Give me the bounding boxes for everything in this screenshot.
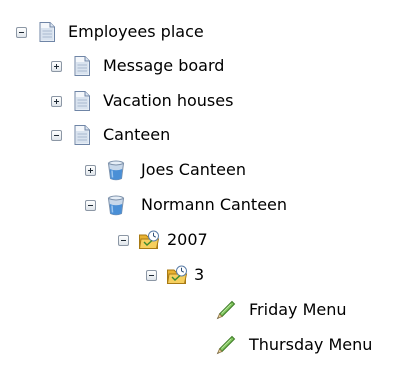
tree-node-joes-canteen[interactable]: Joes Canteen [85,155,246,185]
tree-node-label[interactable]: 3 [194,260,204,290]
collapse-toggle-icon[interactable] [16,26,27,38]
tree-node-label[interactable]: Normann Canteen [141,190,287,220]
tree-node-thursday-menu[interactable]: Thursday Menu [215,330,372,360]
tree-node-label[interactable]: Friday Menu [249,295,347,325]
tree-node-label[interactable]: Thursday Menu [249,330,372,360]
pencil-icon [215,299,237,321]
tree-node-employees-place[interactable]: Employees place [16,17,204,47]
page-tree: Employees place Message board Vacation h… [0,0,418,367]
pencil-icon [215,334,237,356]
page-icon [71,90,93,112]
tree-node-label[interactable]: Vacation houses [103,86,233,116]
tree-node-label[interactable]: Joes Canteen [141,155,246,185]
expand-toggle-icon[interactable] [85,164,96,176]
tree-node-3[interactable]: 3 [146,260,204,290]
page-icon [36,21,58,43]
page-icon [71,55,93,77]
cup-icon [105,194,127,216]
expand-toggle-icon[interactable] [51,95,62,107]
tree-node-label[interactable]: Canteen [103,120,170,150]
collapse-toggle-icon[interactable] [118,234,129,246]
tree-node-vacation-houses[interactable]: Vacation houses [51,86,233,116]
cup-icon [105,159,127,181]
tree-node-canteen[interactable]: Canteen [51,120,170,150]
tree-node-normann-canteen[interactable]: Normann Canteen [85,190,287,220]
collapse-toggle-icon[interactable] [146,269,157,281]
page-icon [71,124,93,146]
calendar-folder-icon [166,264,188,286]
calendar-folder-icon [138,229,160,251]
tree-node-label[interactable]: Message board [103,51,224,81]
tree-node-2007[interactable]: 2007 [118,225,208,255]
tree-node-label[interactable]: 2007 [167,225,208,255]
collapse-toggle-icon[interactable] [85,199,96,211]
expand-toggle-icon[interactable] [51,60,62,72]
tree-node-message-board[interactable]: Message board [51,51,224,81]
tree-node-friday-menu[interactable]: Friday Menu [215,295,347,325]
tree-node-label[interactable]: Employees place [68,17,204,47]
collapse-toggle-icon[interactable] [51,129,62,141]
